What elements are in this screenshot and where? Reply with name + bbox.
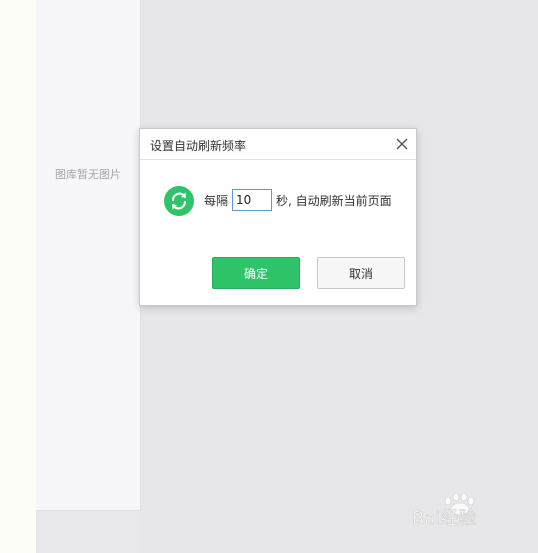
cancel-button[interactable]: 取消 [317,257,405,289]
close-button[interactable] [394,136,410,152]
interval-seconds-input[interactable] [232,189,273,211]
interval-suffix-label: 秒, 自动刷新当前页面 [276,193,392,208]
confirm-button[interactable]: 确定 [212,257,300,289]
dialog-button-row: 确定 取消 [140,257,416,289]
dialog-title: 设置自动刷新频率 [150,139,247,153]
baidu-jingyan-watermark: Bai经验 [412,492,477,529]
dialog-body: 每隔 秒, 自动刷新当前页面 [140,160,416,240]
refresh-icon [164,186,194,216]
dialog-header: 设置自动刷新频率 [140,129,416,160]
left-strip [0,0,36,553]
interval-prefix-label: 每隔 [204,193,229,208]
auto-refresh-dialog: 设置自动刷新频率 每隔 秒, 自动刷新当前页面 确定 取消 [139,128,417,306]
close-icon [396,138,408,150]
watermark-text: Bai经验 [412,508,476,529]
gallery-panel: 图库暂无图片 [36,0,141,511]
gallery-empty-text: 图库暂无图片 [55,168,121,181]
interval-row: 每隔 秒, 自动刷新当前页面 [204,189,392,211]
